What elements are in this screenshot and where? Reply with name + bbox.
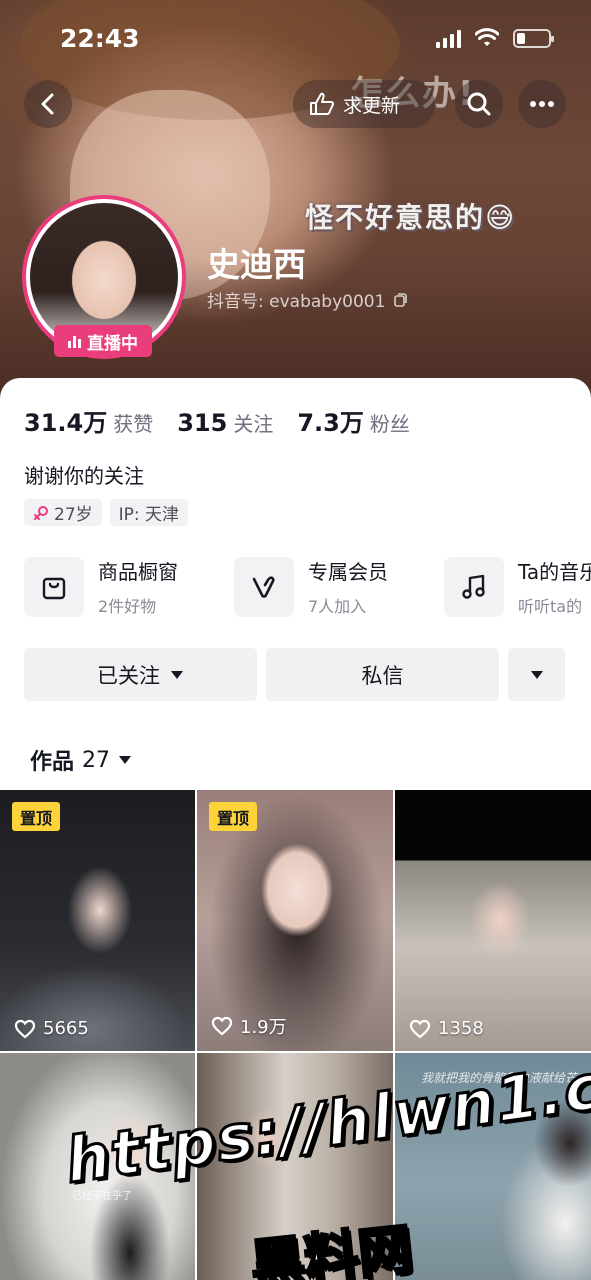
video-likes: 1.9万 <box>211 1013 287 1039</box>
battery-icon <box>513 28 554 48</box>
following-label: 已关注 <box>97 663 160 688</box>
wifi-icon <box>475 28 499 46</box>
stat-value: 315 <box>177 409 228 437</box>
stat-followers[interactable]: 7.3万 粉丝 <box>297 403 410 438</box>
feature-subtitle: 7人加入 <box>308 597 367 616</box>
status-time: 22:43 <box>60 24 140 53</box>
feature-membership[interactable]: 专属会员 7人加入 <box>234 556 422 617</box>
request-update-button[interactable]: 求更新 <box>293 80 435 128</box>
tab-works[interactable]: 作品 27 <box>30 744 132 776</box>
feature-subtitle: 2件好物 <box>98 597 157 616</box>
live-badge[interactable]: 直播中 <box>54 325 152 357</box>
profile-name: 史迪西 <box>207 245 306 284</box>
back-arrow-icon <box>41 93 54 115</box>
more-button[interactable] <box>518 80 566 128</box>
likes-count: 1.9万 <box>240 1017 287 1038</box>
female-icon <box>34 505 48 520</box>
live-bars-icon <box>68 334 81 348</box>
pointing-hand-icon <box>310 92 334 115</box>
following-button[interactable]: 已关注 <box>24 648 257 701</box>
copy-icon[interactable] <box>391 292 408 308</box>
profile-bio: 谢谢你的关注 <box>24 464 144 488</box>
feature-music[interactable]: Ta的音乐 听听ta的 <box>444 556 591 617</box>
works-tab-label: 作品 <box>30 750 75 775</box>
music-note-icon <box>444 556 504 617</box>
pinned-badge: 置顶 <box>12 802 61 831</box>
stat-value: 31.4万 <box>24 409 108 437</box>
cellular-signal-icon <box>436 28 461 48</box>
search-button[interactable] <box>455 80 503 128</box>
feature-subtitle: 听听ta的 <box>518 597 583 616</box>
more-dots-icon <box>530 101 554 107</box>
heart-icon <box>14 1019 36 1038</box>
profile-tags: 27岁 IP: 天津 <box>24 499 189 526</box>
caret-down-icon <box>530 670 543 679</box>
works-tab-count: 27 <box>82 747 111 773</box>
likes-count: 1358 <box>438 1018 484 1039</box>
search-icon <box>467 92 491 116</box>
video-likes: 1358 <box>409 1018 484 1039</box>
status-icons <box>436 28 554 48</box>
back-button[interactable] <box>24 80 72 128</box>
heart-icon <box>409 1019 431 1038</box>
stat-likes[interactable]: 31.4万 获赞 <box>24 403 153 438</box>
feature-title: 专属会员 <box>308 560 388 584</box>
stat-label: 关注 <box>233 412 274 436</box>
age-tag: 27岁 <box>24 499 102 526</box>
feature-title: Ta的音乐 <box>518 560 591 584</box>
video-caption: 已经不在乎了 <box>72 1191 132 1202</box>
video-thumbnail[interactable]: 已经不在乎了 <box>0 1053 195 1280</box>
video-thumbnail[interactable] <box>197 1053 393 1280</box>
feature-shop-window[interactable]: 商品橱窗 2件好物 <box>24 556 212 617</box>
banner-caption-text: 怪不好意思的😅 <box>305 201 517 234</box>
likes-count: 5665 <box>43 1018 89 1039</box>
douyin-id-text: 抖音号: evababy0001 <box>207 292 386 312</box>
video-grid: 置顶 5665 置顶 1.9万 1358 已经不在乎了 我就把我的骨骼和血液献给… <box>0 790 591 1280</box>
stat-value: 7.3万 <box>297 409 364 437</box>
caret-down-icon <box>119 756 132 764</box>
heart-icon <box>211 1016 233 1036</box>
age-tag-text: 27岁 <box>54 505 93 525</box>
video-thumbnail[interactable]: 1358 <box>395 790 591 1051</box>
video-thumbnail[interactable]: 置顶 1.9万 <box>197 790 393 1051</box>
pinned-badge: 置顶 <box>209 802 258 831</box>
shopping-bag-icon <box>24 556 84 617</box>
feature-row: 商品橱窗 2件好物 专属会员 7人加入 Ta的音乐 听听ta的 <box>24 556 591 617</box>
video-thumbnail[interactable]: 置顶 5665 <box>0 790 195 1051</box>
video-likes: 5665 <box>14 1018 89 1039</box>
caret-down-icon <box>171 670 183 679</box>
v-membership-icon <box>234 556 294 617</box>
more-actions-button[interactable] <box>508 648 565 701</box>
douyin-id[interactable]: 抖音号: evababy0001 <box>207 287 408 312</box>
message-label: 私信 <box>361 663 404 688</box>
message-button[interactable]: 私信 <box>266 648 499 701</box>
stat-following[interactable]: 315 关注 <box>177 408 273 437</box>
ip-tag: IP: 天津 <box>109 499 189 526</box>
stat-label: 粉丝 <box>369 412 410 436</box>
request-update-label: 求更新 <box>343 94 401 117</box>
action-buttons: 已关注 私信 <box>24 648 565 701</box>
ip-tag-text: IP: 天津 <box>118 505 180 525</box>
stat-label: 获赞 <box>113 412 154 436</box>
live-badge-label: 直播中 <box>87 333 138 354</box>
video-thumbnail[interactable]: 我就把我的骨骼和血液献给芒 <box>395 1053 591 1280</box>
video-caption: 我就把我的骨骼和血液献给芒 <box>420 1071 577 1085</box>
profile-stats: 31.4万 获赞 315 关注 7.3万 粉丝 <box>24 403 410 438</box>
feature-title: 商品橱窗 <box>98 560 178 584</box>
